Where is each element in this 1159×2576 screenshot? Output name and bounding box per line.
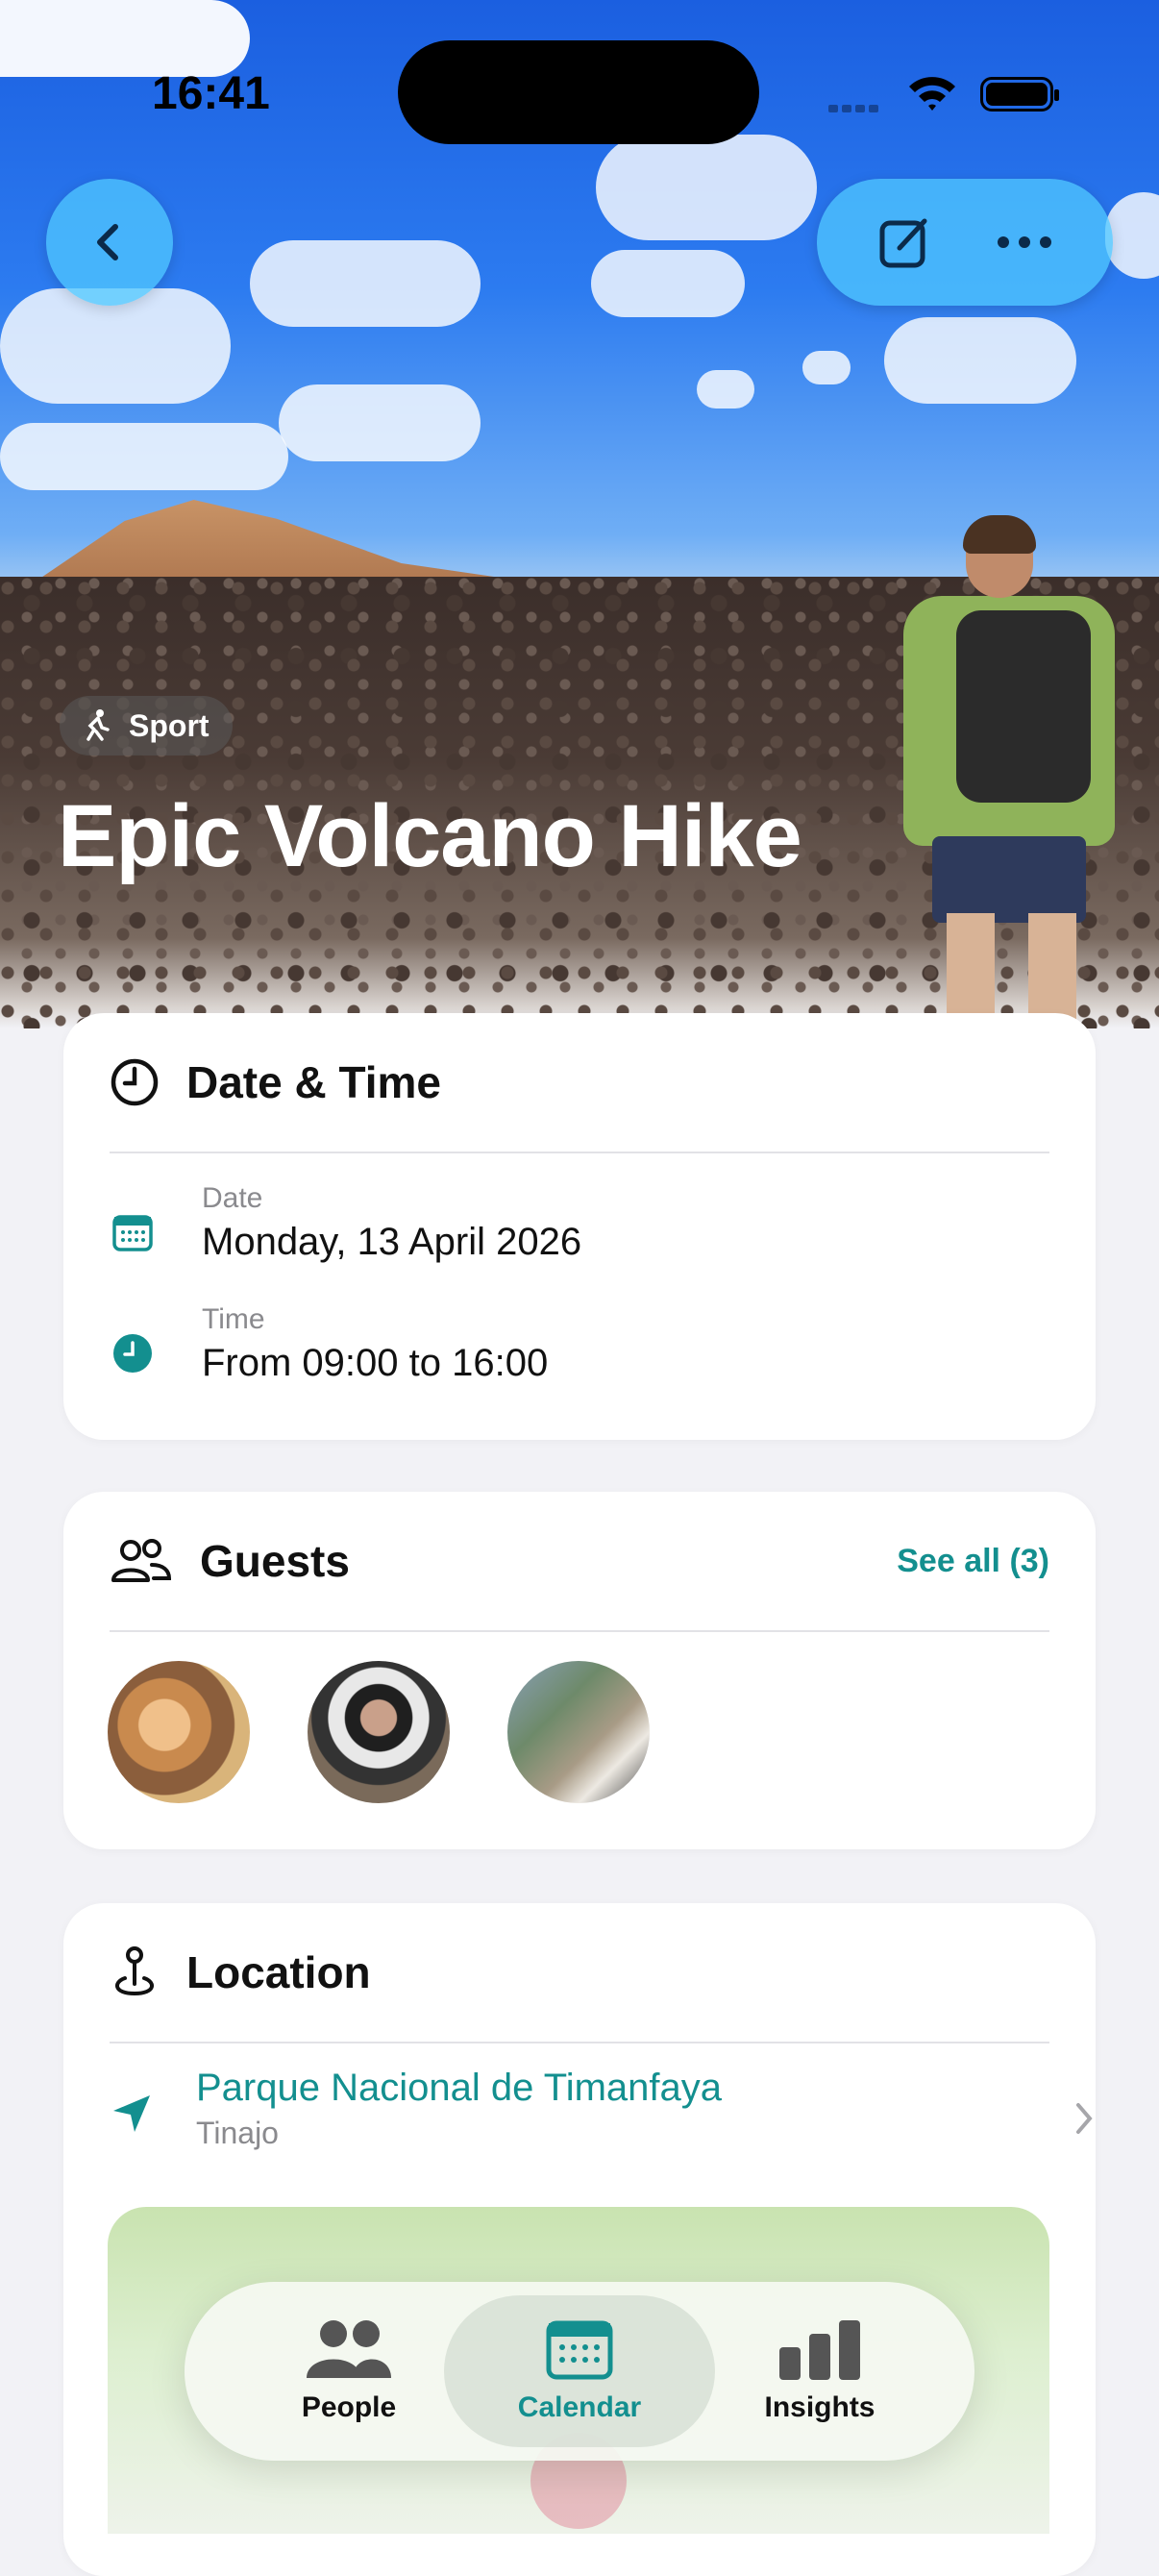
time-label: Time [202, 1303, 265, 1335]
people-outline-icon [111, 1539, 172, 1582]
chevron-left-icon [97, 224, 118, 260]
guests-title: Guests [200, 1536, 350, 1586]
date-label: Date [202, 1182, 263, 1214]
clock-icon [111, 1058, 159, 1106]
see-all-guests-link[interactable]: See all (3) [897, 1543, 1049, 1580]
time-value: From 09:00 to 16:00 [202, 1342, 549, 1384]
cloud [697, 370, 754, 409]
guests-header: Guests See all (3) [110, 1492, 1049, 1632]
header-actions [817, 179, 1113, 306]
tab-people-label: People [301, 2391, 397, 2423]
location-title: Location [186, 1947, 371, 1997]
guest-avatar-3[interactable] [507, 1661, 650, 1803]
category-label: Sport [129, 707, 210, 743]
location-pin-icon [115, 1946, 154, 1996]
status-time: 16:41 [152, 68, 270, 119]
calendar-icon [546, 2320, 613, 2380]
date-time-card: Date & Time Date Monday, 13 April 2026 T… [63, 1013, 1096, 1440]
tab-calendar[interactable]: Calendar [444, 2295, 715, 2447]
location-header: Location [110, 1903, 1049, 2043]
cloud [802, 351, 851, 384]
date-value: Monday, 13 April 2026 [202, 1221, 582, 1263]
cloud [0, 288, 231, 404]
date-time-header: Date & Time [110, 1013, 1049, 1153]
cloud [1105, 192, 1159, 279]
event-title: Epic Volcano Hike [58, 787, 802, 885]
cloud [884, 317, 1076, 404]
cloud [0, 0, 250, 77]
cloud [591, 250, 745, 317]
date-time-title: Date & Time [186, 1057, 442, 1107]
cellular-signal-icon [828, 100, 882, 117]
bar-chart-icon [779, 2320, 860, 2380]
people-icon [307, 2320, 391, 2378]
tab-calendar-label: Calendar [517, 2391, 642, 2423]
clock-filled-icon [113, 1334, 152, 1373]
navigation-arrow-icon [113, 2095, 150, 2132]
dynamic-island [398, 40, 759, 144]
date-row: Date Monday, 13 April 2026 [110, 1182, 1049, 1264]
location-name: Parque Nacional de Timanfaya [196, 2067, 722, 2109]
tab-bar: People Calendar Insights [185, 2282, 974, 2461]
calendar-icon [112, 1215, 153, 1251]
guest-avatar-1[interactable] [108, 1661, 250, 1803]
chevron-right-icon [1076, 2103, 1093, 2134]
guest-avatar-2[interactable] [308, 1661, 450, 1803]
wifi-icon [909, 77, 955, 111]
back-button[interactable] [46, 179, 173, 306]
category-chip: Sport [60, 696, 233, 755]
cloud [0, 423, 288, 490]
tab-insights-label: Insights [764, 2391, 875, 2423]
battery-icon [980, 77, 1059, 111]
hiker-figure [865, 515, 1153, 1028]
more-icon[interactable] [994, 233, 1055, 252]
running-icon [86, 709, 110, 741]
location-row[interactable]: Parque Nacional de Timanfaya Tinajo [110, 2067, 1096, 2151]
cloud [596, 135, 817, 240]
cloud [250, 240, 481, 327]
time-row: Time From 09:00 to 16:00 [110, 1303, 1049, 1385]
tab-insights[interactable]: Insights [684, 2295, 955, 2447]
edit-icon[interactable] [875, 211, 936, 273]
cloud [279, 384, 481, 461]
location-locality: Tinajo [196, 2116, 279, 2150]
